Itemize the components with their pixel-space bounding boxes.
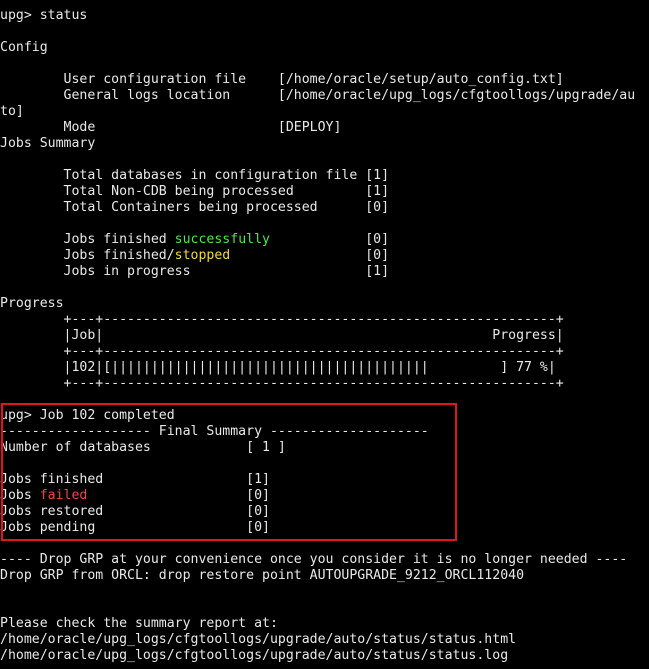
total-noncdb-line: Total Non-CDB being processed [1] <box>0 184 390 199</box>
failed-word: failed <box>39 488 88 503</box>
jobs-restored-line: Jobs restored [0] <box>0 504 270 519</box>
jobs-pending-line: Jobs pending [0] <box>0 520 270 535</box>
mode-line: Mode [DEPLOY] <box>0 120 342 135</box>
total-db-line: Total databases in configuration file [1… <box>0 168 390 183</box>
terminal-window[interactable]: upg> status Config User configuration fi… <box>0 0 649 669</box>
drop-grp-line: Drop GRP from ORCL: drop restore point A… <box>0 568 525 583</box>
stopped-word: stopped <box>174 248 231 263</box>
final-summary-title: ------------------- Final Summary ------… <box>0 424 429 439</box>
jobs-finished-suffix: [0] <box>269 232 390 247</box>
job-completed-line: upg> Job 102 completed <box>0 408 175 423</box>
num-databases-line: Number of databases [ 1 ] <box>0 440 286 455</box>
jobs-stopped-line: Jobs finished/stopped [0] <box>0 248 649 264</box>
jobs-finished-final-line: Jobs finished [1] <box>0 472 270 487</box>
jobs-failed-suffix: [0] <box>87 488 270 503</box>
table-border-top: +---+-----------------------------------… <box>0 312 564 327</box>
general-logs-line: General logs location [/home/oracle/upg_… <box>0 88 636 103</box>
general-logs-wrap: to] <box>0 104 24 119</box>
total-containers-line: Total Containers being processed [0] <box>0 200 390 215</box>
jobs-stopped-suffix: [0] <box>230 248 390 263</box>
config-header: Config <box>0 40 48 55</box>
summary-check-line: Please check the summary report at: <box>0 616 278 631</box>
drop-grp-notice: ---- Drop GRP at your convenience once y… <box>0 552 628 567</box>
table-border-bottom: +---+-----------------------------------… <box>0 376 564 391</box>
table-border-mid: +---+-----------------------------------… <box>0 344 564 359</box>
progress-header: Progress <box>0 296 64 311</box>
user-config-line: User configuration file [/home/oracle/se… <box>0 72 564 87</box>
jobs-failed-prefix: Jobs <box>0 488 40 503</box>
success-word: successfully <box>174 232 270 247</box>
jobs-stopped-prefix: Jobs finished/ <box>0 248 175 263</box>
jobs-finished-prefix: Jobs finished <box>0 232 175 247</box>
jobs-summary-header: Jobs Summary <box>0 136 96 151</box>
table-header: |Job| Progress| <box>0 328 564 343</box>
jobs-finished-line: Jobs finished successfully [0] <box>0 232 649 248</box>
jobs-progress-line: Jobs in progress [1] <box>0 264 390 279</box>
status-command: upg> status <box>0 8 88 23</box>
summary-log-path[interactable]: /home/oracle/upg_logs/cfgtoollogs/upgrad… <box>0 648 649 664</box>
progress-row: |102|[||||||||||||||||||||||||||||||||||… <box>0 360 556 375</box>
summary-html-path[interactable]: /home/oracle/upg_logs/cfgtoollogs/upgrad… <box>0 632 649 648</box>
jobs-failed-line: Jobs failed [0] <box>0 488 649 504</box>
